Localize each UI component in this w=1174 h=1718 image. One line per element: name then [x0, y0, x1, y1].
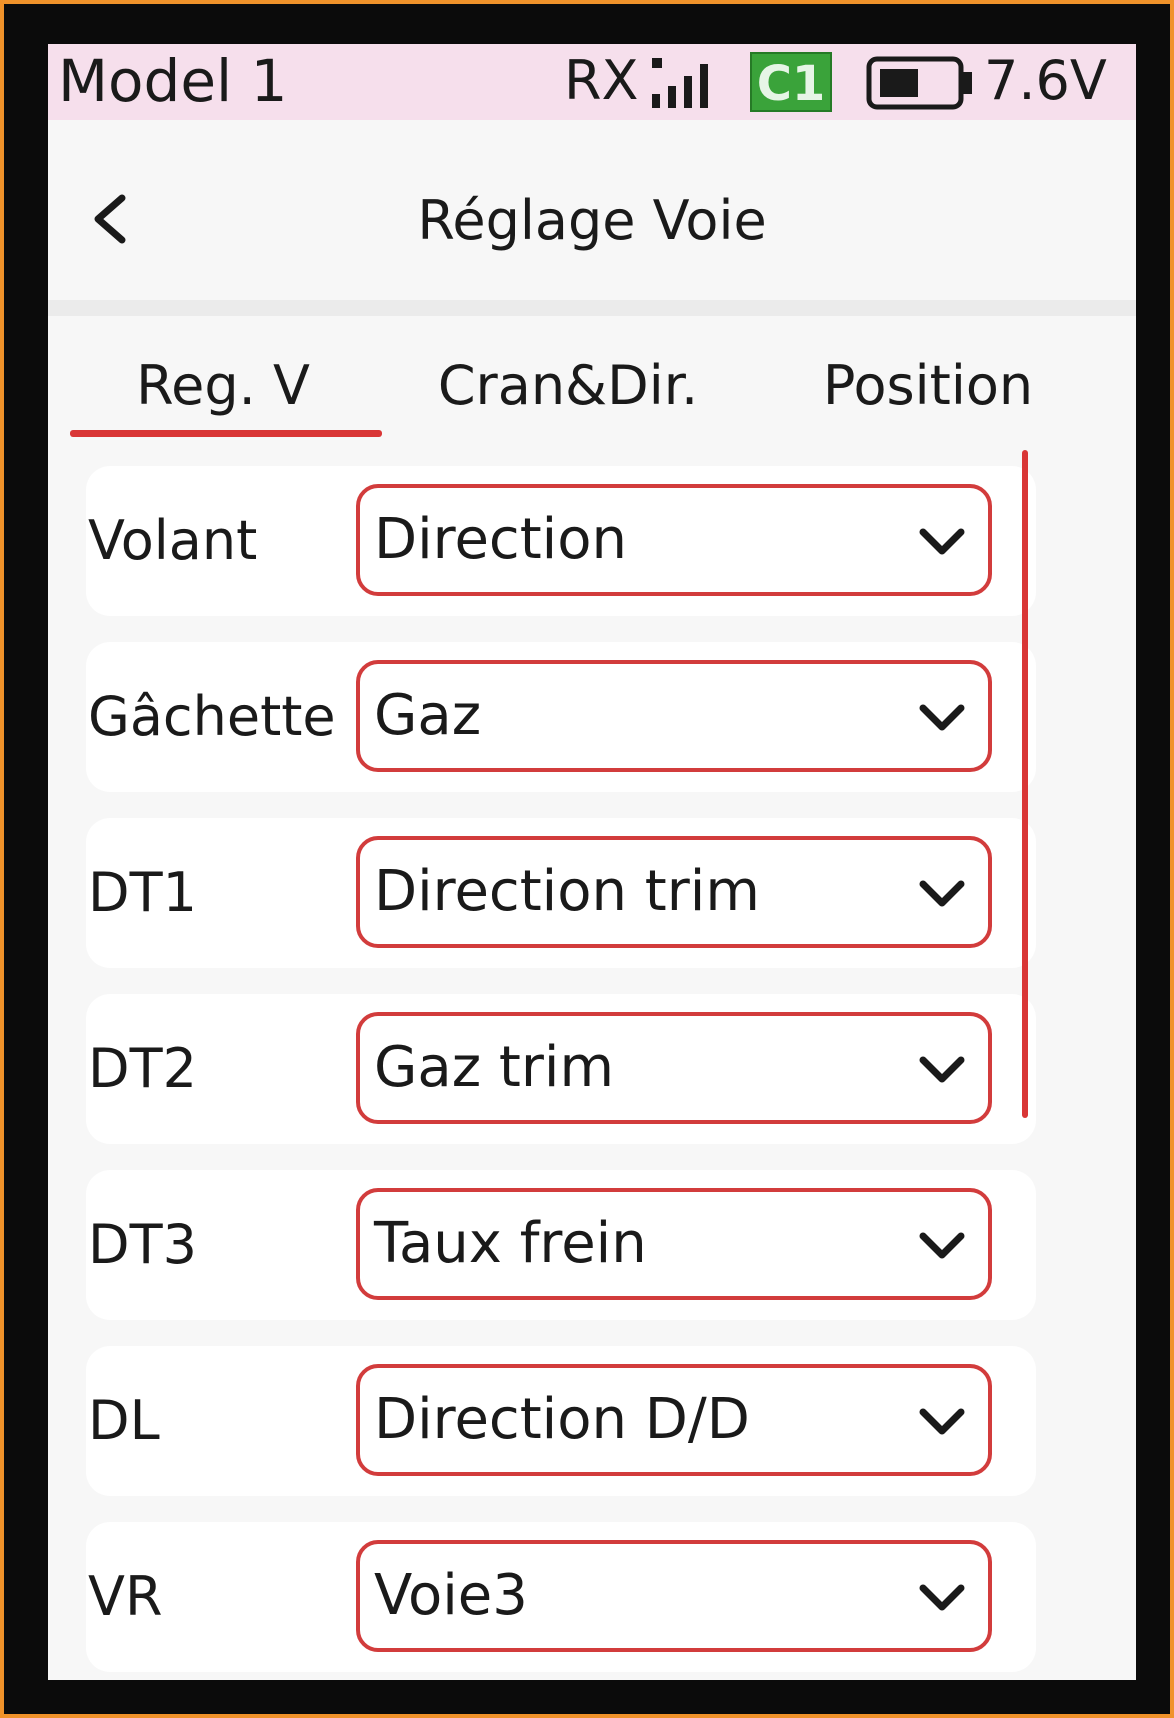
model-name: Model 1 [58, 47, 288, 115]
row-label: Gâchette [88, 685, 336, 748]
header: Réglage Voie [48, 120, 1136, 306]
select-value: Gaz trim [374, 1035, 614, 1100]
row-label: DT2 [88, 1037, 197, 1100]
tab-cran-dir[interactable]: Cran&Dir. [408, 346, 728, 426]
row-label: Volant [88, 509, 258, 572]
chevron-down-icon [919, 1408, 965, 1435]
channel-list: Volant Direction Gâchette Gaz DT1 Direct… [48, 446, 1136, 1680]
chevron-down-icon [919, 1232, 965, 1259]
chevron-down-icon [919, 528, 965, 555]
scrollbar[interactable] [1022, 450, 1028, 1118]
header-divider [48, 300, 1136, 316]
channel-badge: C1 [750, 52, 832, 112]
tab-bar: Reg. V Cran&Dir. Position [48, 316, 1136, 446]
list-item: DL Direction D/D [86, 1346, 1036, 1496]
function-select[interactable]: Gaz [356, 660, 992, 772]
list-item: Volant Direction [86, 466, 1036, 616]
row-label: DL [88, 1389, 160, 1452]
select-value: Direction [374, 507, 627, 572]
page-title: Réglage Voie [417, 189, 767, 252]
row-label: DT1 [88, 861, 197, 924]
select-value: Direction trim [374, 859, 760, 924]
select-value: Voie3 [374, 1563, 528, 1628]
function-select[interactable]: Direction trim [356, 836, 992, 948]
select-value: Gaz [374, 683, 482, 748]
function-select[interactable]: Taux frein [356, 1188, 992, 1300]
tab-reg-v[interactable]: Reg. V [68, 346, 378, 426]
signal-bars-icon [652, 58, 708, 108]
list-item: Gâchette Gaz [86, 642, 1036, 792]
list-item: DT2 Gaz trim [86, 994, 1036, 1144]
chevron-down-icon [919, 704, 965, 731]
list-item: VR Voie3 [86, 1522, 1036, 1672]
screen: Model 1 RX C1 7.6V Réglage Voie Reg. V C… [48, 44, 1136, 1680]
rx-label: RX [564, 49, 639, 112]
chevron-down-icon [919, 880, 965, 907]
active-tab-indicator [70, 430, 382, 437]
device-frame: Model 1 RX C1 7.6V Réglage Voie Reg. V C… [0, 0, 1174, 1718]
function-select[interactable]: Voie3 [356, 1540, 992, 1652]
chevron-down-icon [919, 1584, 965, 1611]
select-value: Taux frein [374, 1211, 647, 1276]
row-label: VR [88, 1565, 163, 1628]
function-select[interactable]: Gaz trim [356, 1012, 992, 1124]
row-label: DT3 [88, 1213, 197, 1276]
list-item: DT1 Direction trim [86, 818, 1036, 968]
function-select[interactable]: Direction D/D [356, 1364, 992, 1476]
select-value: Direction D/D [374, 1387, 750, 1452]
battery-voltage: 7.6V [984, 49, 1107, 112]
status-bar: Model 1 RX C1 7.6V [48, 44, 1136, 120]
function-select[interactable]: Direction [356, 484, 992, 596]
list-item: DT3 Taux frein [86, 1170, 1036, 1320]
tab-position[interactable]: Position [748, 346, 1108, 426]
chevron-down-icon [919, 1056, 965, 1083]
battery-icon [866, 56, 972, 110]
